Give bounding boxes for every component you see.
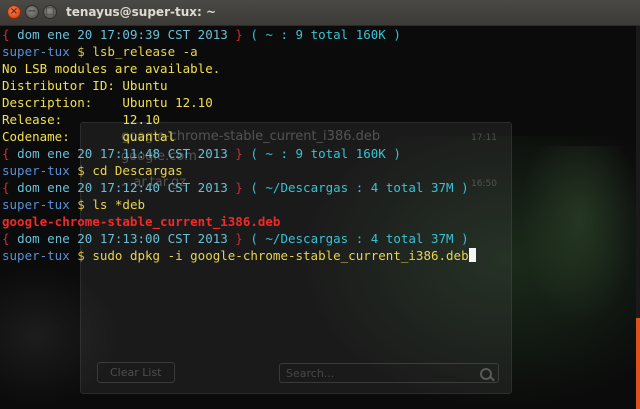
terminal-line: Distributor ID: Ubuntu	[2, 77, 476, 94]
terminal-line: super-tux $ ls *deb	[2, 196, 476, 213]
terminal-line: { dom ene 20 17:13:00 CST 2013 } ( ~/Des…	[2, 230, 476, 247]
terminal-line: super-tux $ lsb_release -a	[2, 43, 476, 60]
status-date: dom ene 20 17:09:39 CST 2013	[17, 27, 228, 42]
prompt-host: super-tux	[2, 44, 70, 59]
status-date: dom ene 20 17:11:48 CST 2013	[17, 146, 228, 161]
status-date: dom ene 20 17:13:00 CST 2013	[17, 231, 228, 246]
search-placeholder: Search...	[286, 367, 335, 380]
brace-open: {	[2, 146, 18, 161]
prompt-symbol: $	[69, 248, 93, 263]
status-directory: ( ~ : 9 total 160K )	[250, 27, 401, 42]
command-text: sudo dpkg -i google-chrome-stable_curren…	[92, 248, 469, 263]
prompt-host: super-tux	[2, 248, 70, 263]
prompt-host: super-tux	[2, 197, 70, 212]
status-date: dom ene 20 17:12:40 CST 2013	[17, 180, 228, 195]
maximize-button[interactable]: □	[43, 5, 57, 19]
scrollbar[interactable]	[636, 26, 640, 409]
terminal-output: { dom ene 20 17:09:39 CST 2013 } ( ~ : 9…	[2, 26, 476, 264]
wallpaper-figure	[520, 146, 640, 326]
terminal-line: Description: Ubuntu 12.10	[2, 94, 476, 111]
output-text: Codename: quantal	[2, 129, 176, 144]
terminal-line: { dom ene 20 17:11:48 CST 2013 } ( ~ : 9…	[2, 145, 476, 162]
brace-open: {	[2, 180, 18, 195]
terminal-line: Codename: quantal	[2, 128, 476, 145]
brace-close: }	[227, 231, 251, 246]
search-field: Search...	[279, 363, 499, 383]
minimize-button[interactable]: −	[25, 5, 39, 19]
brace-open: {	[2, 27, 18, 42]
terminal-line: google-chrome-stable_current_i386.deb	[2, 213, 476, 230]
file-listing: google-chrome-stable_current_i386.deb	[2, 214, 281, 229]
status-directory: ( ~ : 9 total 160K )	[250, 146, 401, 161]
minimize-icon: −	[27, 6, 37, 17]
output-text: Description: Ubuntu 12.10	[2, 95, 213, 110]
terminal-line: super-tux $ cd Descargas	[2, 162, 476, 179]
brace-open: {	[2, 231, 18, 246]
output-text: Release: 12.10	[2, 112, 161, 127]
terminal-line: { dom ene 20 17:12:40 CST 2013 } ( ~/Des…	[2, 179, 476, 196]
prompt-symbol: $	[69, 163, 93, 178]
status-directory: ( ~/Descargas : 4 total 37M )	[250, 231, 469, 246]
status-directory: ( ~/Descargas : 4 total 37M )	[250, 180, 469, 195]
brace-close: }	[227, 180, 251, 195]
terminal-line: { dom ene 20 17:09:39 CST 2013 } ( ~ : 9…	[2, 26, 476, 43]
terminal-area[interactable]: google-chrome-stable_current_i386.deb 17…	[0, 26, 640, 409]
brace-close: }	[227, 146, 251, 161]
command-text: cd Descargas	[92, 163, 183, 178]
brace-close: }	[227, 27, 251, 42]
window-title: tenayus@super-tux: ~	[66, 5, 217, 19]
text-cursor	[468, 248, 476, 262]
prompt-symbol: $	[69, 197, 93, 212]
close-icon: ×	[9, 6, 19, 17]
output-text: Distributor ID: Ubuntu	[2, 78, 168, 93]
terminal-line: No LSB modules are available.	[2, 60, 476, 77]
clear-list-button: Clear List	[97, 362, 175, 383]
command-text: ls *deb	[92, 197, 145, 212]
terminal-line: super-tux $ sudo dpkg -i google-chrome-s…	[2, 247, 476, 264]
search-icon	[480, 368, 492, 380]
terminal-line: Release: 12.10	[2, 111, 476, 128]
maximize-icon: □	[45, 6, 55, 17]
command-text: lsb_release -a	[92, 44, 198, 59]
prompt-host: super-tux	[2, 163, 70, 178]
scrollbar-thumb[interactable]	[636, 318, 640, 409]
title-bar[interactable]: × − □ tenayus@super-tux: ~	[0, 0, 640, 26]
terminal-window: × − □ tenayus@super-tux: ~ google-chrome…	[0, 0, 640, 409]
output-text: No LSB modules are available.	[2, 61, 221, 76]
close-button[interactable]: ×	[7, 5, 21, 19]
prompt-symbol: $	[69, 44, 93, 59]
